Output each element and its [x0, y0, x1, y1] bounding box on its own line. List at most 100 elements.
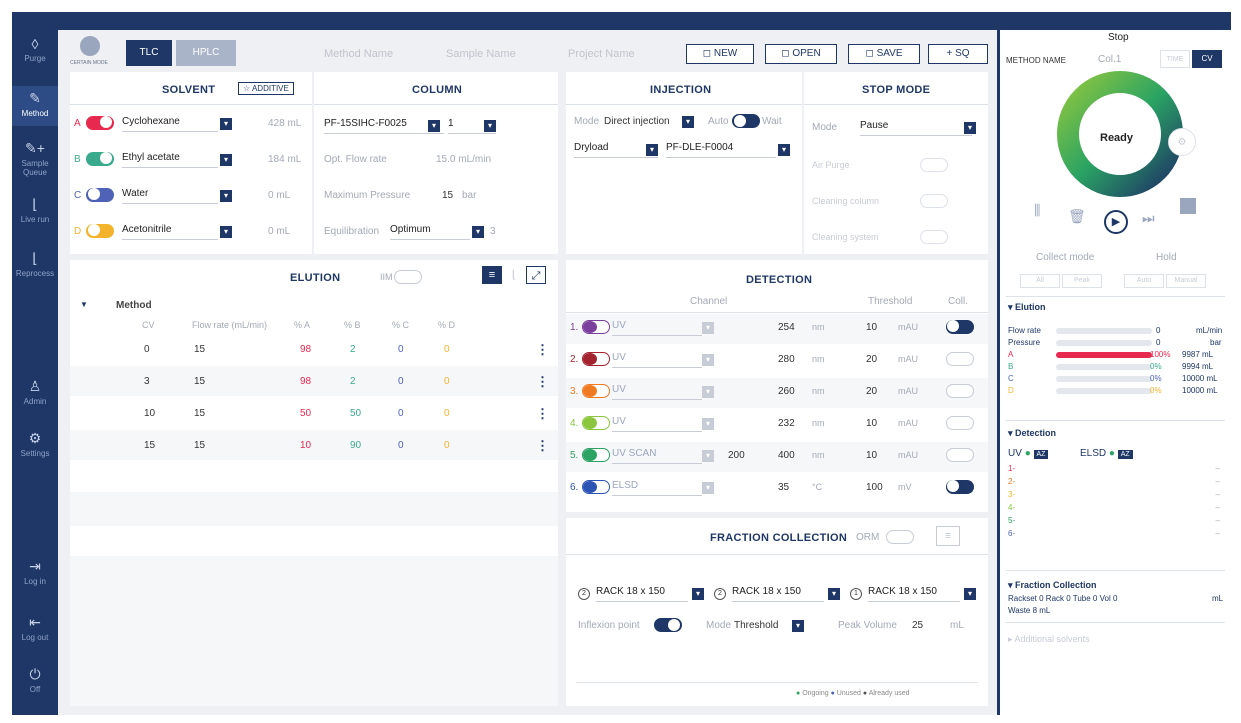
elution-cell[interactable]: 0 [398, 440, 404, 451]
elution-cell[interactable]: 90 [350, 440, 361, 451]
inflexion-toggle[interactable] [654, 618, 682, 632]
solvent-select[interactable]: Acetonitrile [122, 224, 218, 240]
channel-select[interactable]: UV [612, 352, 702, 368]
chevron-down-icon[interactable]: ▾ [220, 190, 232, 202]
elution-cell[interactable]: 15 [194, 440, 205, 451]
row-menu-icon[interactable]: ⋮ [536, 406, 549, 422]
elution-cell[interactable]: 98 [300, 344, 311, 355]
rack-select[interactable]: RACK 18 x 150 [868, 586, 960, 602]
nav-logout[interactable]: ⇤ Log out [12, 614, 58, 644]
threshold-value[interactable]: 10 [866, 450, 877, 461]
threshold-value[interactable]: 100 [866, 482, 883, 493]
collect-toggle[interactable] [946, 384, 974, 398]
nav-purge[interactable]: ◊ Purge [12, 36, 58, 70]
nav-settings[interactable]: ⚙ Settings [12, 430, 58, 460]
scan-from[interactable]: 200 [728, 450, 745, 461]
elution-cell[interactable]: 0 [444, 344, 450, 355]
channel-select[interactable]: UV SCAN [612, 448, 702, 464]
chevron-down-icon[interactable]: ▾ [702, 322, 714, 334]
channel-toggle[interactable] [582, 384, 610, 398]
wavelength[interactable]: 254 [778, 322, 795, 333]
collect-toggle[interactable] [946, 352, 974, 366]
time-button[interactable]: TIME [1160, 50, 1190, 68]
elution-cell[interactable]: 3 [144, 376, 150, 387]
elution-cell[interactable]: 2 [350, 344, 356, 355]
rack-select[interactable]: RACK 18 x 150 [596, 586, 688, 602]
orm-toggle[interactable] [886, 530, 914, 544]
uv-az-badge[interactable]: AZ [1033, 450, 1049, 459]
solvent-select[interactable]: Ethyl acetate [122, 152, 218, 168]
row-menu-icon[interactable]: ⋮ [536, 342, 549, 358]
equilibration-select[interactable]: Optimum [390, 224, 470, 240]
nav-live-run[interactable]: ⌊ Live run [12, 196, 58, 226]
elution-cell[interactable]: 0 [398, 344, 404, 355]
injection-mode-value[interactable]: Direct injection [604, 116, 670, 127]
sample-name-input[interactable]: Sample Name [446, 48, 516, 60]
cartridge-select[interactable]: PF-DLE-F0004 [666, 142, 776, 158]
row-menu-icon[interactable]: ⋮ [536, 438, 549, 454]
nav-sample-queue[interactable]: ✎+ Sample Queue [12, 140, 58, 180]
solvent-select[interactable]: Water [122, 188, 218, 204]
column-select[interactable]: PF-15SIHC-F0025 [324, 118, 444, 134]
mode-peak-button[interactable]: Peak [1062, 274, 1102, 288]
wavelength[interactable]: 35 [778, 482, 789, 493]
chevron-down-icon[interactable]: ▾ [828, 588, 840, 600]
wavelength[interactable]: 260 [778, 386, 795, 397]
certain-mode-icon[interactable] [80, 36, 100, 56]
sq-button[interactable]: + SQ [928, 44, 988, 64]
save-button[interactable]: ◻ SAVE [848, 44, 920, 64]
additive-button[interactable]: ☆ ADDITIVE [238, 82, 294, 95]
channel-select[interactable]: UV [612, 416, 702, 432]
project-name-input[interactable]: Project Name [568, 48, 635, 60]
cv-button[interactable]: CV [1192, 50, 1222, 68]
elution-cell[interactable]: 50 [300, 408, 311, 419]
chevron-down-icon[interactable]: ▾ [964, 122, 976, 134]
collect-toggle[interactable] [946, 480, 974, 494]
elution-cell[interactable]: 50 [350, 408, 361, 419]
elution-cell[interactable]: 15 [194, 408, 205, 419]
chevron-down-icon[interactable]: ▾ [964, 588, 976, 600]
elution-cell[interactable]: 0 [398, 376, 404, 387]
peak-volume-input[interactable]: 25 [912, 620, 923, 631]
elsd-az-badge[interactable]: AZ [1117, 450, 1133, 459]
nav-login[interactable]: ⇥ Log in [12, 558, 58, 588]
rack-select[interactable]: RACK 18 x 150 [732, 586, 824, 602]
solvent-toggle[interactable] [86, 224, 114, 238]
mode-manual-button[interactable]: Manual [1166, 274, 1206, 288]
list-view-icon[interactable]: ≡ [482, 266, 502, 284]
channel-select[interactable]: UV [612, 320, 702, 336]
chevron-down-icon[interactable]: ▾ [778, 144, 790, 156]
channel-toggle[interactable] [582, 448, 610, 462]
trash-icon[interactable]: 🗑 [1068, 208, 1086, 225]
stop-square-icon[interactable] [1180, 198, 1196, 214]
expand-icon[interactable]: ⤢ [526, 266, 546, 284]
skip-icon[interactable]: ⏭ [1142, 210, 1155, 227]
elution-cell[interactable]: 15 [194, 344, 205, 355]
auto-wait-toggle[interactable] [732, 114, 760, 128]
chevron-down-icon[interactable]: ▾ [484, 120, 496, 132]
elution-cell[interactable]: 0 [444, 408, 450, 419]
play-icon[interactable]: ▶ [1104, 210, 1128, 234]
solvent-toggle[interactable] [86, 188, 114, 202]
solvent-toggle[interactable] [86, 152, 114, 166]
threshold-value[interactable]: 10 [866, 418, 877, 429]
elution-cell[interactable]: 0 [444, 440, 450, 451]
detection-section-title[interactable]: ▾ Detection [1008, 428, 1056, 439]
collect-toggle[interactable] [946, 320, 974, 334]
cleaning-system-toggle[interactable] [920, 230, 948, 244]
wavelength[interactable]: 400 [778, 450, 795, 461]
channel-toggle[interactable] [582, 480, 610, 494]
solvent-select[interactable]: Cyclohexane [122, 116, 218, 132]
threshold-value[interactable]: 10 [866, 322, 877, 333]
collect-toggle[interactable] [946, 416, 974, 430]
elution-cell[interactable]: 15 [144, 440, 155, 451]
elution-cell[interactable]: 2 [350, 376, 356, 387]
menu-icon[interactable]: ≡ [936, 526, 960, 546]
hplc-button[interactable]: HPLC [176, 40, 236, 66]
collect-icon[interactable]: ⫼ [1034, 202, 1040, 219]
stop-mode-select[interactable]: Pause [860, 120, 972, 136]
new-button[interactable]: ◻ NEW [686, 44, 754, 64]
elution-cell[interactable]: 0 [144, 344, 150, 355]
gear-icon[interactable]: ⚙ [1168, 128, 1196, 156]
cleaning-column-toggle[interactable] [920, 194, 948, 208]
